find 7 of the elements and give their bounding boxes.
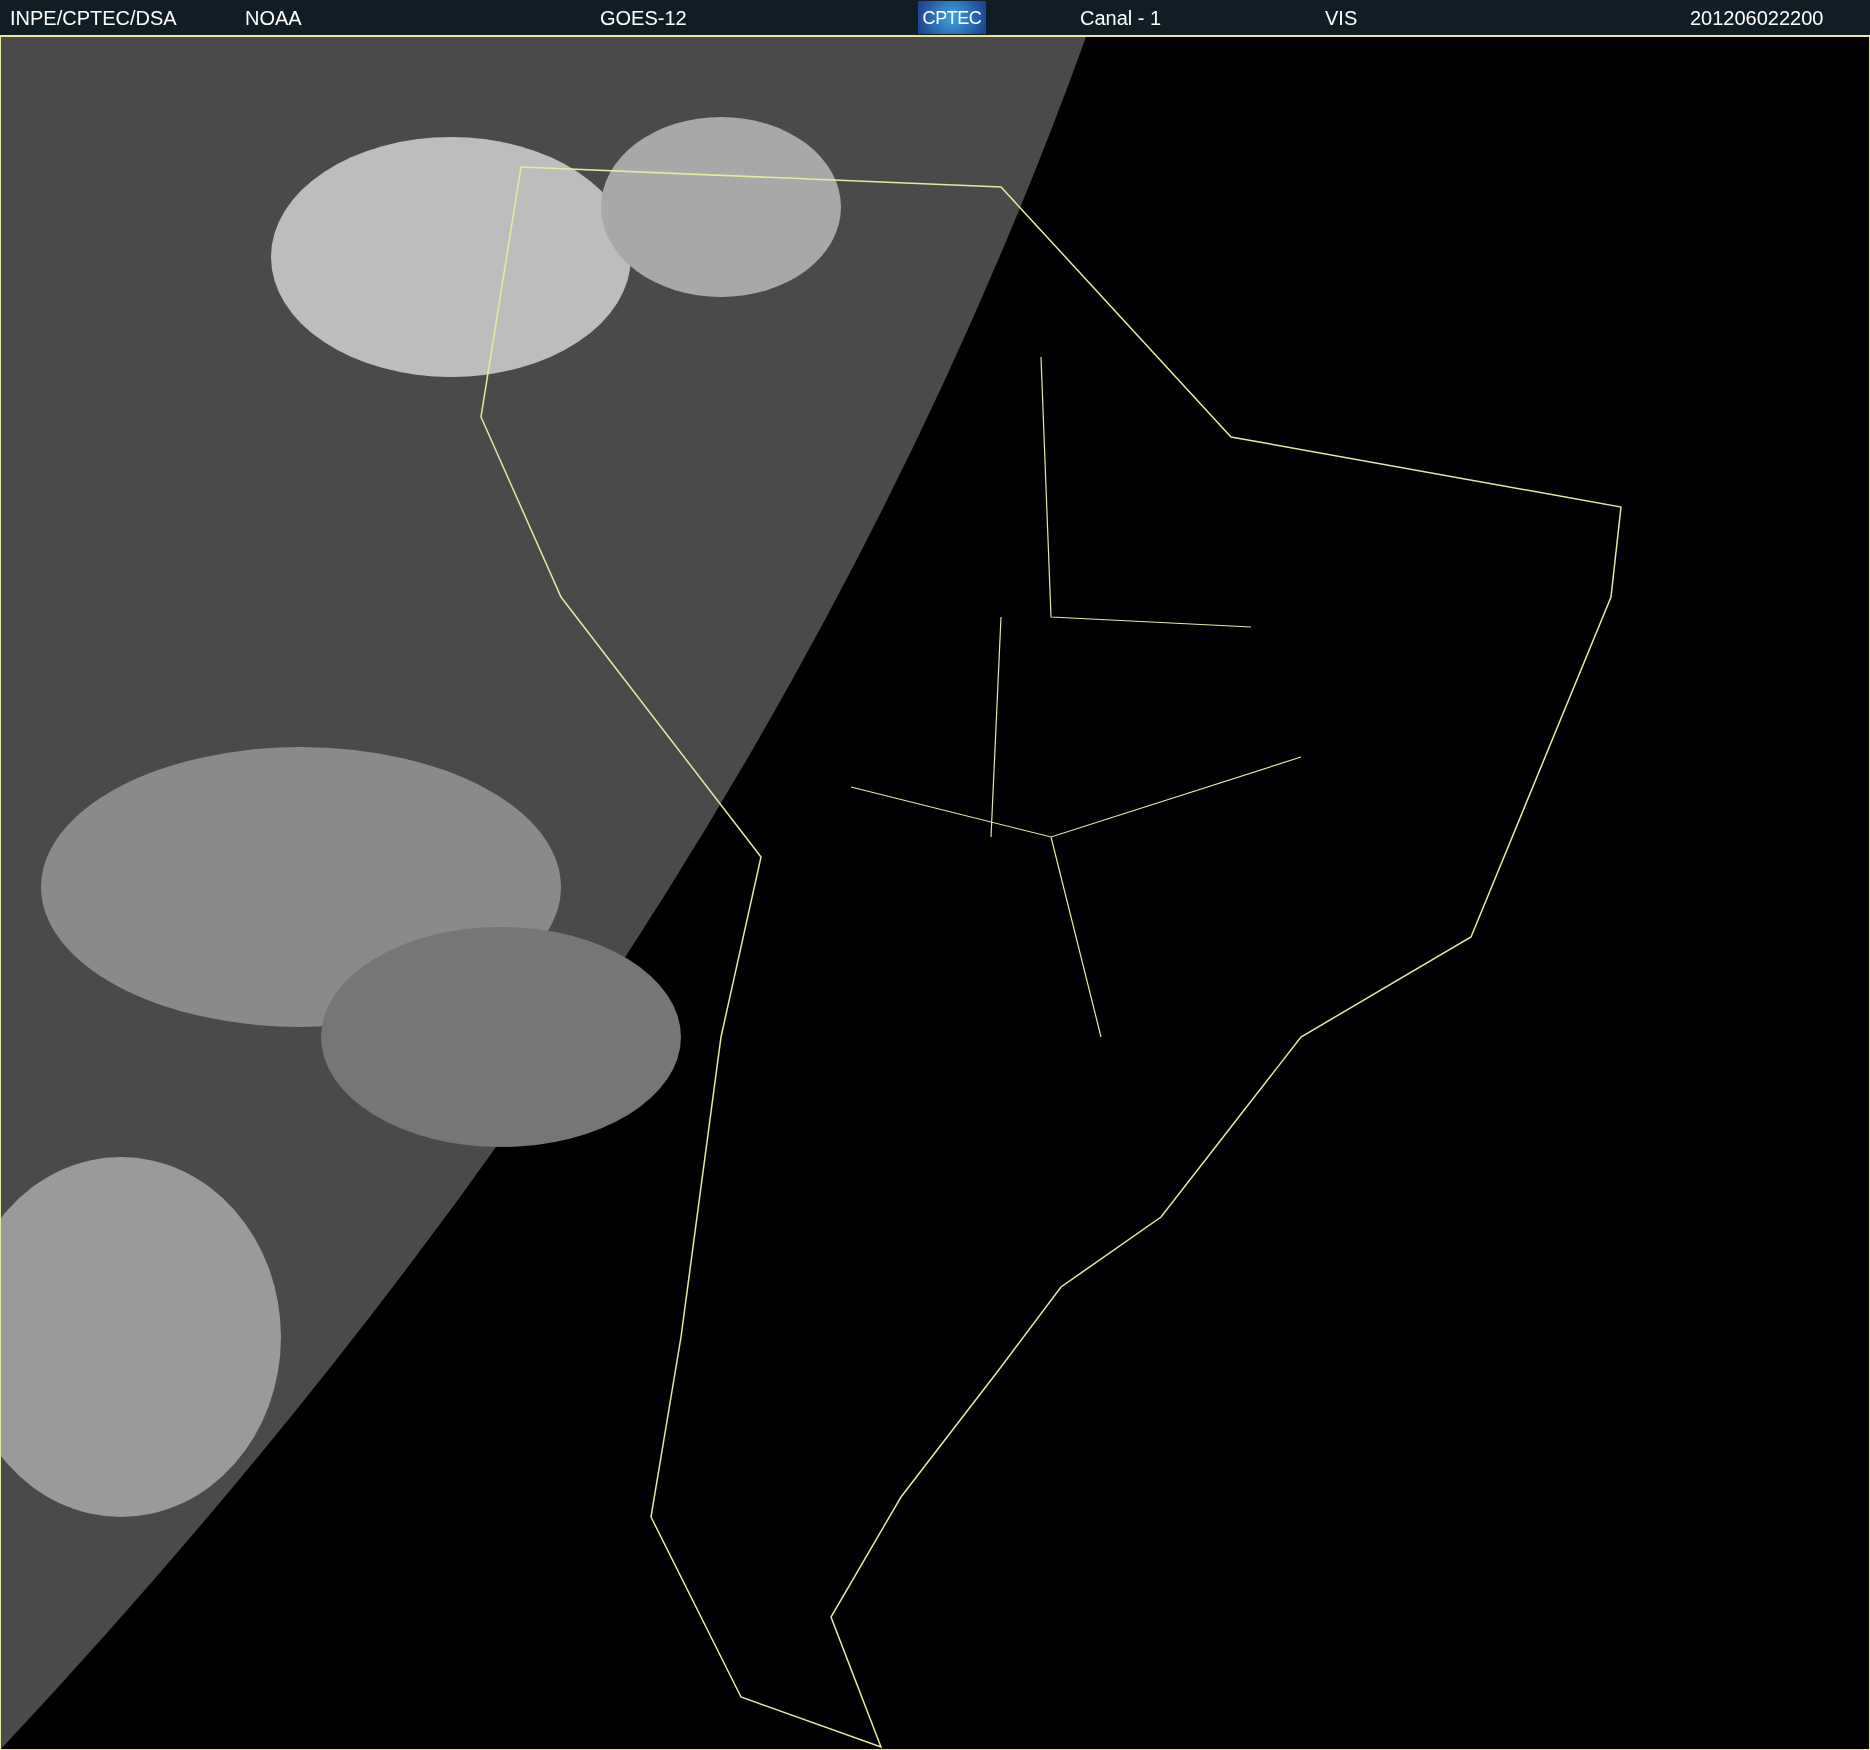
header-label: VIS — [1325, 6, 1358, 31]
header-label: Canal - 1 — [1080, 6, 1162, 31]
header-label: 201206022200 — [1690, 6, 1824, 31]
header-label: GOES-12 — [600, 6, 687, 31]
header-label: INPE/CPTEC/DSA — [10, 6, 177, 31]
logo: CPTEC — [918, 1, 986, 34]
header-label: NOAA — [245, 6, 302, 31]
